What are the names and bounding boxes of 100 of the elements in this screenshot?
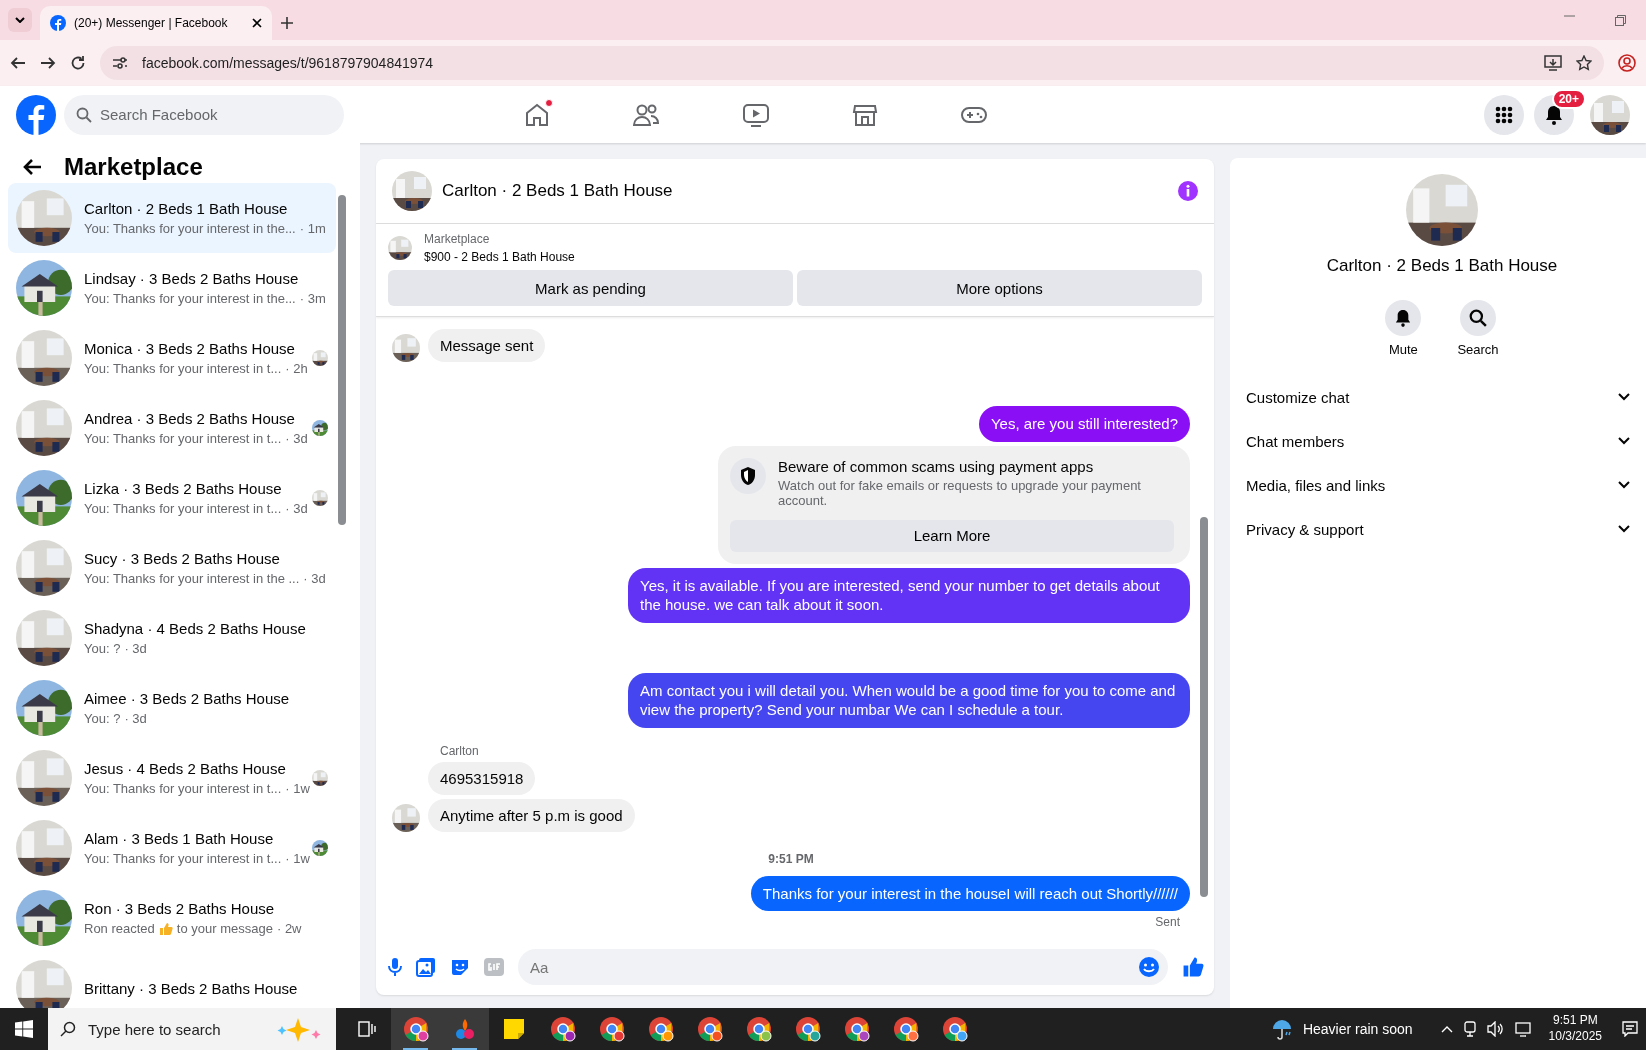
message-time: · 3m <box>299 291 326 306</box>
conversation-item[interactable]: Alam · 3 Beds 1 Bath House You: Thanks for your interest in t... · 1w <box>8 813 336 883</box>
caret-icon[interactable] <box>15 17 25 23</box>
forward-icon[interactable] <box>40 55 56 71</box>
conversation-item[interactable]: Shadyna · 4 Beds 2 Baths House You: ? · 3d <box>8 603 336 673</box>
browser-icon[interactable] <box>696 1016 723 1042</box>
message-bubble: Yes, it is available. If you are interested, send your number to get details about the house. we can talk about it soon. <box>628 567 1190 623</box>
conversation-item[interactable]: Sucy · 3 Beds 2 Baths House You: Thanks for your interest in the ... · 3d <box>8 533 336 603</box>
speaker-icon[interactable] <box>1486 1021 1505 1037</box>
back-icon[interactable] <box>10 55 26 71</box>
install-icon[interactable] <box>1544 55 1562 71</box>
task-view-icon[interactable] <box>357 1021 376 1037</box>
conversation-title: Lindsay · 3 Beds 2 Baths House <box>84 270 300 287</box>
warning-title: Beware of common scams using payment apps <box>778 457 1095 475</box>
conversation-item[interactable]: Aimee · 3 Beds 2 Baths House You: ? · 3d <box>8 673 336 743</box>
browser-icon[interactable] <box>892 1016 919 1042</box>
network-icon[interactable] <box>1514 1021 1533 1037</box>
message-time: · 1w <box>285 781 310 796</box>
weather-text[interactable]: Heavier rain soon <box>1302 1021 1413 1037</box>
search-icon <box>76 106 92 123</box>
message-preview: Ron reacted <box>84 921 155 936</box>
message-preview: You: Thanks for your interest in the... <box>84 221 296 236</box>
scrollbar[interactable] <box>338 195 346 525</box>
weather-icon[interactable] <box>1270 1018 1293 1040</box>
plus-icon[interactable] <box>280 16 294 30</box>
browser-icon[interactable] <box>941 1016 968 1042</box>
profile-icon[interactable] <box>1618 54 1636 72</box>
listing-title[interactable]: $900 - 2 Beds 1 Bath House <box>424 250 575 264</box>
section-row[interactable]: Media, files and links <box>1246 463 1638 507</box>
chat-title: Carlton · 2 Beds 1 Bath House <box>1326 256 1558 276</box>
section-row[interactable]: Chat members <box>1246 419 1638 463</box>
browser-icon[interactable] <box>843 1016 870 1042</box>
windows-icon[interactable] <box>15 1020 33 1038</box>
message-preview: You: ? <box>84 641 121 656</box>
conversation-title: Brittany · 3 Beds 2 Baths House <box>84 979 299 997</box>
message-time: · 2w <box>276 921 302 936</box>
facebook-icon <box>50 15 66 31</box>
message-preview: You: Thanks for your interest in the ... <box>84 571 300 586</box>
facebook-logo-icon[interactable] <box>16 94 56 135</box>
timestamp: 9:51 PM <box>768 851 814 866</box>
apps-button[interactable] <box>1484 94 1524 135</box>
reload-icon[interactable] <box>70 55 86 71</box>
conversation-item[interactable]: Lindsay · 3 Beds 2 Baths House You: Thanks for your interest in the... · 3m <box>8 253 336 323</box>
message-time: · 2h <box>285 361 308 376</box>
meet-icon[interactable] <box>1462 1021 1477 1037</box>
site-settings-icon[interactable] <box>112 56 128 70</box>
message-preview: You: Thanks for your interest in t... <box>84 361 282 376</box>
sticky-note-icon[interactable] <box>502 1018 525 1040</box>
section-row[interactable]: Customize chat <box>1246 375 1638 419</box>
browser-tab[interactable]: (20+) Messenger | Facebook <box>40 6 272 40</box>
browser-icon[interactable] <box>794 1016 821 1042</box>
notification-badge: 20+ <box>1551 88 1586 109</box>
info-icon[interactable] <box>1178 181 1198 201</box>
message-bubble: 4695315918 <box>428 761 536 795</box>
conversation-title: Aimee · 3 Beds 2 Baths House <box>84 690 291 707</box>
message-time: · 1w <box>285 851 310 866</box>
home-icon[interactable] <box>524 101 550 128</box>
section-title: Marketplace <box>64 153 203 181</box>
sticker-icon[interactable] <box>450 957 470 977</box>
listing-label: Marketplace <box>424 232 491 246</box>
close-icon[interactable] <box>252 18 262 28</box>
learn-more-button[interactable]: Learn More <box>730 519 1174 552</box>
browser-icon[interactable] <box>745 1016 772 1042</box>
conversation-item[interactable]: Carlton · 2 Beds 1 Bath House You: Thanks for your interest in the... · 1m <box>8 183 336 253</box>
message-bubble: Thanks for your interest in the houseI will reach out Shortly////// <box>750 875 1190 911</box>
emoji-icon[interactable] <box>1138 956 1160 978</box>
taskbar-search[interactable]: Type here to search <box>48 1008 336 1050</box>
conversation-title: Ron · 3 Beds 2 Baths House <box>84 900 276 917</box>
browser-icon[interactable] <box>402 1016 429 1042</box>
restore-icon[interactable] <box>1615 15 1626 26</box>
back-arrow-icon[interactable] <box>22 158 42 176</box>
search-icon <box>60 1021 76 1037</box>
conversation-item[interactable]: Ron · 3 Beds 2 Baths House Ron reacted to your message · 2w <box>8 883 336 953</box>
search-field[interactable]: Search Facebook <box>64 94 344 135</box>
conversation-item[interactable]: Jesus · 4 Beds 2 Baths House You: Thanks for your interest in t... · 1w <box>8 743 336 813</box>
message-bubble: Am contact you i will detail you. When would be a good time for you to come and view the property? Send your numbar We can I schedule a tour. <box>628 672 1190 728</box>
microphone-icon[interactable] <box>388 957 402 977</box>
conversation-title: Alam · 3 Beds 1 Bath House <box>84 830 275 847</box>
message-bubble: Yes, are you still interested? <box>978 406 1190 442</box>
browser-icon[interactable] <box>598 1016 625 1042</box>
image-icon[interactable] <box>416 957 436 977</box>
section-row[interactable]: Privacy & support <box>1246 507 1638 551</box>
scrollbar[interactable] <box>1200 517 1208 897</box>
conversation-item[interactable]: Andrea · 3 Beds 2 Baths House You: Thanks for your interest in t... · 3d <box>8 393 336 463</box>
action-button[interactable]: More options <box>797 270 1202 306</box>
message-field[interactable]: Aa <box>518 949 1168 985</box>
chevron-up-icon[interactable] <box>1440 1025 1453 1033</box>
conversation-item[interactable]: Monica · 3 Beds 2 Baths House You: Thanks for your interest in t... · 2h <box>8 323 336 393</box>
conversation-item[interactable]: Lizka · 3 Beds 2 Baths House You: Thanks for your interest in t... · 3d <box>8 463 336 533</box>
notification-icon[interactable] <box>1622 1021 1638 1037</box>
message-preview: to your message <box>176 921 273 936</box>
video-icon[interactable] <box>742 101 770 128</box>
star-icon[interactable] <box>1576 55 1592 71</box>
action-button[interactable]: Mark as pending <box>388 270 793 306</box>
thumbs-up-icon[interactable] <box>1182 956 1204 978</box>
message-bubble: Anytime after 5 p.m is good <box>428 798 635 832</box>
browser-icon[interactable] <box>549 1016 576 1042</box>
clock[interactable]: 9:51 PM 10/3/2025 <box>1548 1013 1602 1045</box>
browser-icon[interactable] <box>647 1016 674 1042</box>
conversation-title: Jesus · 4 Beds 2 Baths House <box>84 760 287 777</box>
